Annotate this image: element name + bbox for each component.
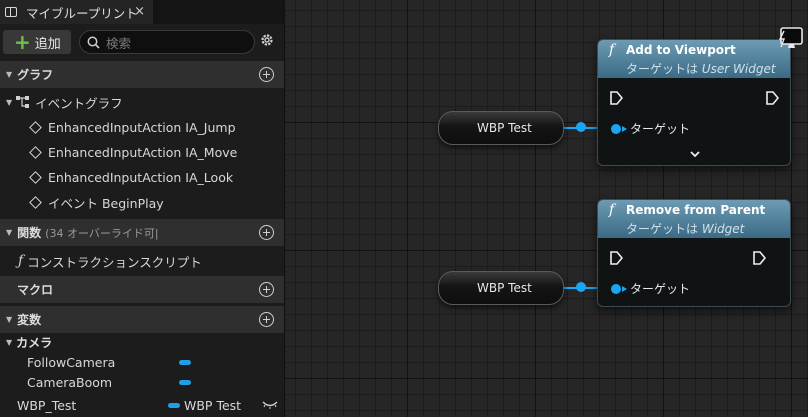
my-blueprint-panel: マイブループリント × + 追加 検索 ▼ グラフ ▼ イベントグラフ Enha…	[0, 0, 285, 417]
variable-get-node[interactable]: WBP Test	[438, 271, 586, 305]
add-graph-icon[interactable]	[259, 67, 274, 82]
function-icon: f	[609, 42, 615, 58]
section-macros[interactable]: マクロ	[0, 276, 284, 303]
close-icon[interactable]: ×	[134, 4, 145, 19]
variable-node-label: WBP Test	[477, 121, 532, 135]
output-pin[interactable]	[576, 282, 586, 292]
category-label: カメラ	[16, 335, 53, 350]
exec-output-pin[interactable]	[765, 91, 779, 105]
tab-bar: マイブループリント ×	[0, 0, 284, 24]
add-function-icon[interactable]	[259, 225, 274, 240]
section-macros-label: マクロ	[17, 283, 54, 297]
event-label: EnhancedInputAction IA_Move	[48, 144, 238, 160]
collapse-arrow-icon[interactable]: ▼	[6, 98, 12, 107]
blueprint-graph-canvas[interactable]: WBP Test WBP Test f Add to Viewport ターゲッ…	[285, 0, 808, 417]
search-icon	[87, 36, 100, 49]
node-header: f Add to Viewport ターゲットは User Widget	[598, 40, 790, 78]
section-functions-label: 関数	[17, 226, 42, 240]
event-diamond-icon	[29, 120, 42, 134]
pin-arrow-icon	[622, 286, 627, 292]
section-functions[interactable]: ▼ 関数 (34 オーバーライド可|	[0, 219, 284, 246]
exec-input-pin[interactable]	[609, 251, 623, 265]
tree-item-event[interactable]: EnhancedInputAction IA_Move	[0, 140, 284, 164]
tree-item-event-graph[interactable]: ▼ イベントグラフ	[0, 90, 284, 114]
event-diamond-icon	[29, 195, 42, 209]
tree-item-construction-script[interactable]: ƒ コンストラクションスクリプト	[0, 249, 284, 273]
tab-my-blueprint[interactable]: マイブループリント ×	[0, 0, 153, 24]
section-variables[interactable]: ▼ 変数	[0, 306, 284, 333]
plus-icon: +	[14, 30, 31, 54]
variable-type-pill[interactable]	[179, 380, 191, 385]
function-node-remove-from-parent[interactable]: f Remove from Parent ターゲットは Widget ターゲット	[597, 199, 791, 307]
book-icon	[5, 7, 17, 17]
variable-name: WBP_Test	[17, 397, 77, 413]
gear-icon[interactable]	[259, 32, 275, 48]
variable-name: FollowCamera	[27, 354, 116, 370]
tree-item-event[interactable]: EnhancedInputAction IA_Jump	[0, 115, 284, 139]
event-label: EnhancedInputAction IA_Look	[48, 169, 234, 185]
section-graphs[interactable]: ▼ グラフ	[0, 61, 284, 88]
tab-title: マイブループリント	[26, 5, 138, 21]
visibility-eye-icon[interactable]	[262, 401, 278, 409]
target-input-pin[interactable]	[611, 124, 621, 134]
event-diamond-icon	[29, 170, 42, 184]
add-variable-icon[interactable]	[259, 312, 274, 327]
variable-type-pill[interactable]	[168, 403, 180, 408]
search-placeholder: 検索	[106, 35, 132, 51]
event-label: イベント BeginPlay	[48, 195, 164, 211]
event-graph-label: イベントグラフ	[35, 95, 123, 111]
output-pin[interactable]	[576, 122, 586, 132]
event-graph-icon	[16, 96, 30, 108]
variable-node-label: WBP Test	[477, 281, 532, 295]
toolbar: + 追加 検索	[0, 24, 284, 60]
exec-input-pin[interactable]	[609, 91, 623, 105]
function-icon: f	[609, 202, 615, 218]
add-button-label: 追加	[34, 36, 61, 52]
function-node-add-to-viewport[interactable]: f Add to Viewport ターゲットは User Widget ターゲ…	[597, 39, 791, 166]
exec-output-pin[interactable]	[752, 251, 766, 265]
widget-monitor-icon	[778, 27, 803, 48]
pin-arrow-icon	[622, 126, 627, 132]
variable-get-node[interactable]: WBP Test	[438, 111, 586, 145]
tree-item-event[interactable]: EnhancedInputAction IA_Look	[0, 165, 284, 189]
target-input-pin[interactable]	[611, 284, 621, 294]
target-pin-label: ターゲット	[630, 282, 691, 296]
variable-item[interactable]: CameraBoom	[0, 370, 284, 394]
search-input[interactable]: 検索	[79, 30, 255, 54]
collapse-arrow-icon[interactable]: ▼	[6, 228, 12, 237]
collapse-arrow-icon[interactable]: ▼	[6, 338, 12, 347]
target-pin-label: ターゲット	[630, 122, 691, 136]
add-macro-icon[interactable]	[259, 282, 274, 297]
variable-type-label: WBP Test	[184, 397, 242, 413]
event-label: EnhancedInputAction IA_Jump	[48, 119, 236, 135]
collapse-arrow-icon[interactable]: ▼	[6, 315, 12, 324]
section-variables-label: 変数	[17, 313, 42, 327]
construction-script-label: コンストラクションスクリプト	[27, 254, 202, 270]
variable-item-wbp-test[interactable]: WBP_Test WBP Test	[0, 393, 284, 417]
variable-type-pill[interactable]	[179, 360, 191, 365]
collapse-arrow-icon[interactable]: ▼	[6, 70, 12, 79]
expand-chevron-icon[interactable]	[690, 151, 700, 158]
node-subtitle: ターゲットは User Widget	[626, 62, 776, 76]
node-subtitle: ターゲットは Widget	[626, 222, 745, 236]
tree-item-event[interactable]: イベント BeginPlay	[0, 190, 284, 214]
node-title: Add to Viewport	[626, 43, 736, 57]
section-functions-sub: (34 オーバーライド可|	[45, 226, 159, 240]
function-icon: ƒ	[18, 253, 24, 269]
node-title: Remove from Parent	[626, 203, 766, 217]
event-diamond-icon	[29, 145, 42, 159]
variable-name: CameraBoom	[27, 374, 113, 390]
node-header: f Remove from Parent ターゲットは Widget	[598, 200, 790, 238]
add-button[interactable]: + 追加	[3, 30, 71, 54]
section-graphs-label: グラフ	[17, 68, 54, 82]
